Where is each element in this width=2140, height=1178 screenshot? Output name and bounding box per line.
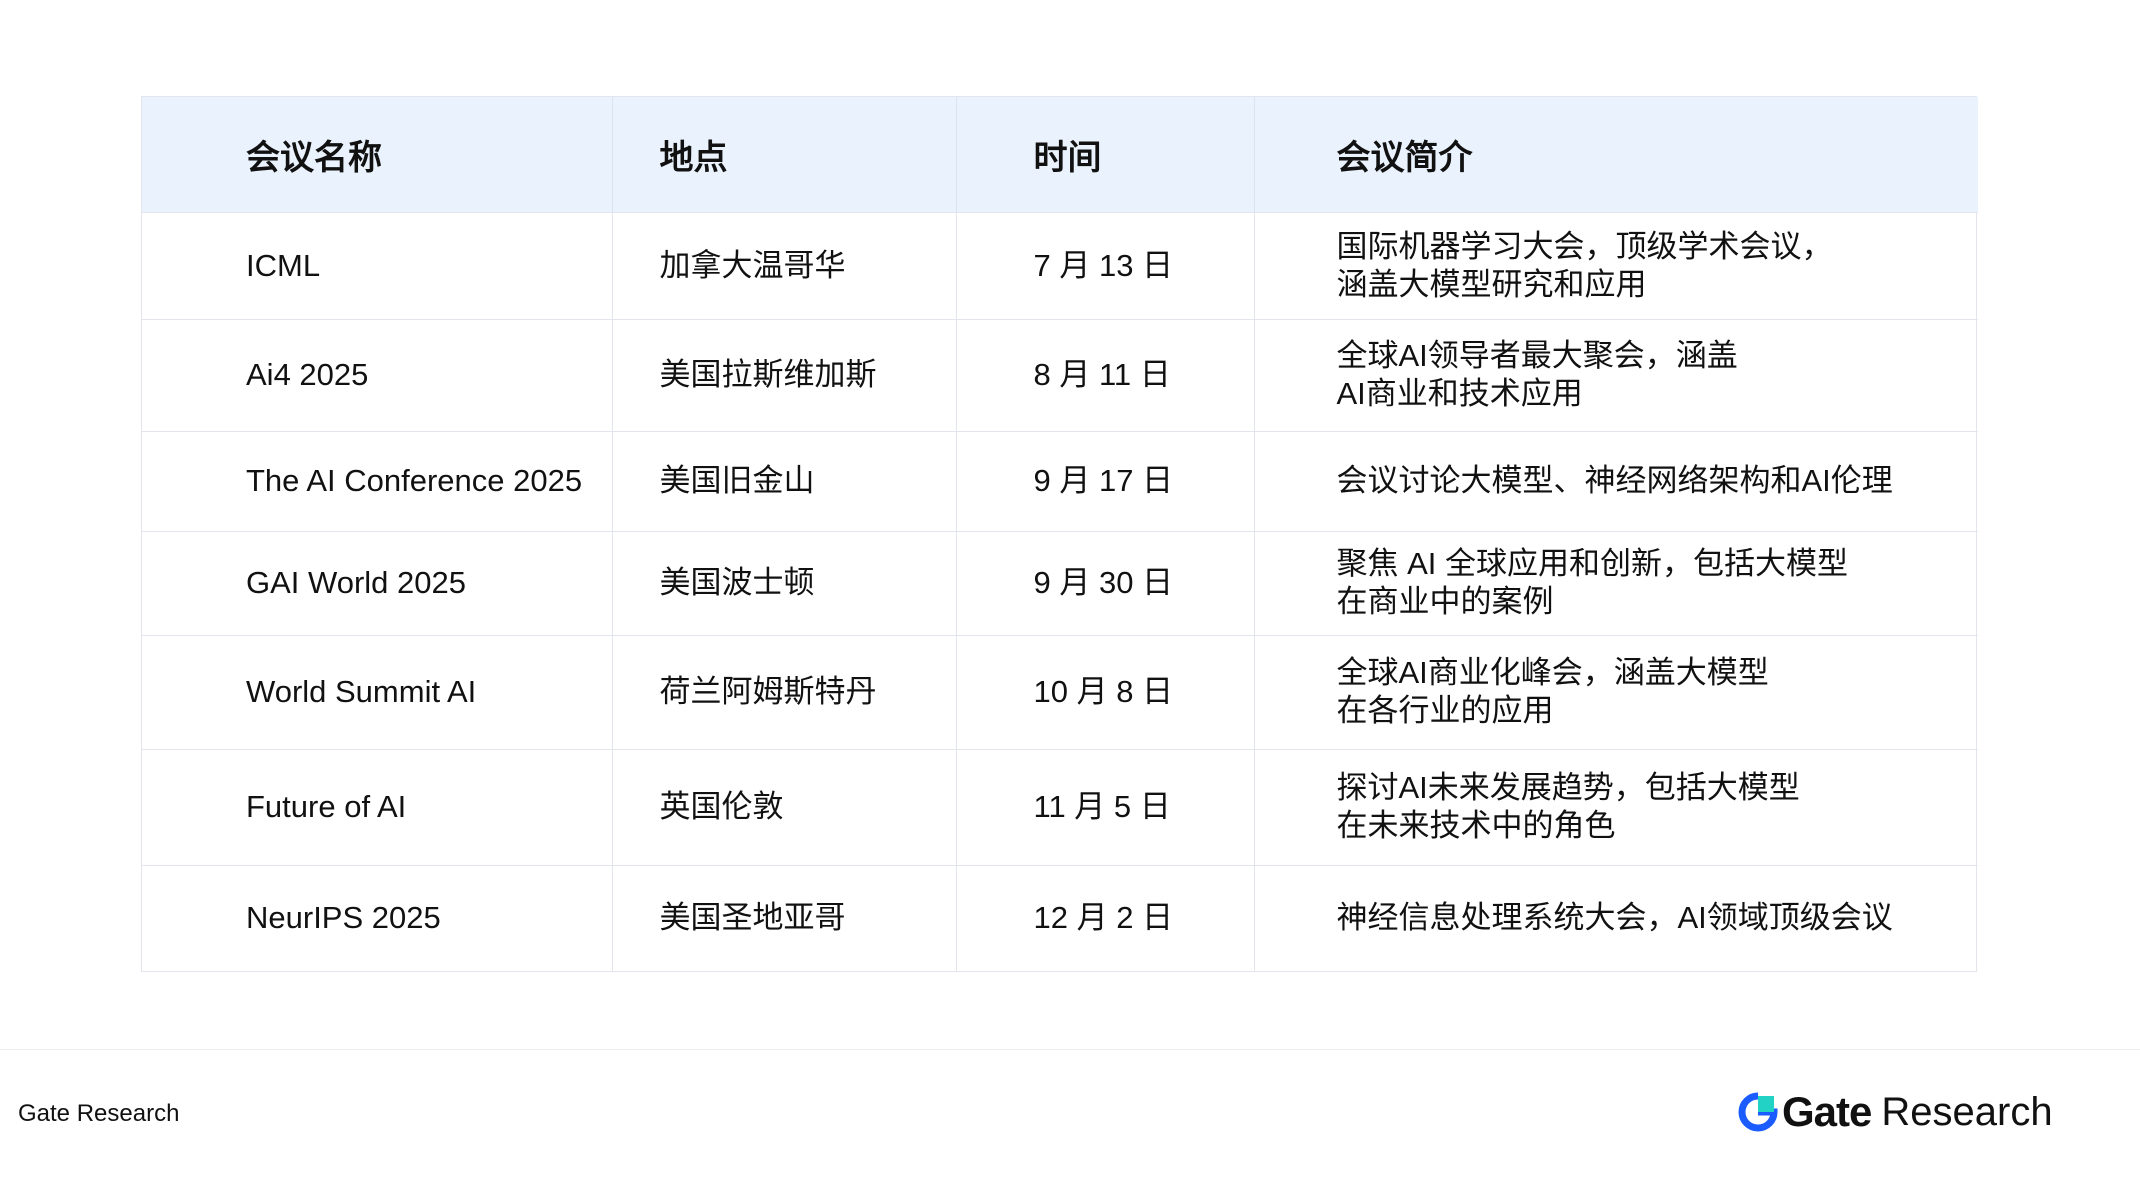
table-header-row: 会议名称 地点 时间 会议简介 — [142, 97, 1978, 212]
cell-name: World Summit AI — [142, 634, 612, 749]
description-line: 在各行业的应用 — [1336, 693, 1554, 728]
description-line: AI商业和技术应用 — [1336, 376, 1583, 411]
cell-date: 8 月 11 日 — [955, 318, 1254, 431]
cell-location: 美国拉斯维加斯 — [611, 318, 956, 431]
header-location: 地点 — [611, 97, 956, 212]
description-line: 在未来技术中的角色 — [1336, 808, 1616, 843]
cell-date: 11 月 5 日 — [955, 748, 1254, 865]
cell-date: 7 月 13 日 — [955, 211, 1254, 319]
logo-gate-text: Gate — [1782, 1088, 1872, 1135]
cell-location: 美国圣地亚哥 — [611, 864, 956, 971]
header-name: 会议名称 — [246, 138, 382, 177]
footer-source-label: Gate Research — [18, 1100, 180, 1127]
table-row: GAI World 2025 美国波士顿 9 月 30 日 聚焦 AI 全球应用… — [142, 530, 1978, 635]
cell-date: 9 月 30 日 — [955, 530, 1254, 635]
cell-description: 聚焦 AI 全球应用和创新，包括大模型 在商业中的案例 — [1253, 530, 1978, 635]
table-row: Future of AI 英国伦敦 11 月 5 日 探讨AI未来发展趋势，包括… — [142, 748, 1978, 865]
description-line: 国际机器学习大会，顶级学术会议， — [1336, 228, 1833, 264]
cell-location: 加拿大温哥华 — [611, 211, 956, 319]
cell-description: 全球AI领导者最大聚会，涵盖 AI商业和技术应用 — [1253, 318, 1978, 431]
gate-logo-icon — [1738, 1092, 1778, 1132]
table-row: The AI Conference 2025 美国旧金山 9 月 17 日 会议… — [142, 430, 1978, 531]
cell-location: 美国波士顿 — [611, 530, 956, 635]
conference-table-container: 会议名称 地点 时间 会议简介 ICML 加拿大温哥华 7 月 13 日 国际机… — [141, 96, 1978, 972]
description-line: 全球AI商业化峰会，涵盖大模型 — [1336, 655, 1769, 690]
gate-research-logo: Gate Research — [1738, 1086, 2053, 1138]
table-row: NeurIPS 2025 美国圣地亚哥 12 月 2 日 神经信息处理系统大会，… — [142, 864, 1978, 971]
cell-date: 10 月 8 日 — [955, 634, 1254, 749]
table-row: Ai4 2025 美国拉斯维加斯 8 月 11 日 全球AI领导者最大聚会，涵盖… — [142, 318, 1978, 431]
description-line: 神经信息处理系统大会，AI领域顶级会议 — [1336, 900, 1893, 936]
cell-description: 探讨AI未来发展趋势，包括大模型 在未来技术中的角色 — [1253, 748, 1978, 865]
cell-description: 会议讨论大模型、神经网络架构和AI伦理 — [1253, 430, 1978, 531]
table-row: World Summit AI 荷兰阿姆斯特丹 10 月 8 日 全球AI商业化… — [142, 634, 1978, 749]
cell-date: 12 月 2 日 — [955, 864, 1254, 971]
description-line: 在商业中的案例 — [1336, 584, 1554, 619]
conference-table: 会议名称 地点 时间 会议简介 ICML 加拿大温哥华 7 月 13 日 国际机… — [142, 97, 1978, 971]
cell-name: NeurIPS 2025 — [142, 864, 612, 971]
description-line: 全球AI领导者最大聚会，涵盖 — [1336, 338, 1738, 373]
description-line: 探讨AI未来发展趋势，包括大模型 — [1336, 770, 1800, 805]
cell-description: 神经信息处理系统大会，AI领域顶级会议 — [1253, 864, 1978, 971]
cell-name: The AI Conference 2025 — [142, 430, 612, 531]
cell-description: 全球AI商业化峰会，涵盖大模型 在各行业的应用 — [1253, 634, 1978, 749]
footer-divider — [0, 1049, 2140, 1050]
cell-location: 荷兰阿姆斯特丹 — [611, 634, 956, 749]
description-line: 聚焦 AI 全球应用和创新，包括大模型 — [1336, 546, 1849, 581]
cell-location: 美国旧金山 — [611, 430, 956, 531]
cell-name: Future of AI — [142, 748, 612, 865]
cell-name: Ai4 2025 — [142, 318, 612, 431]
description-line: 涵盖大模型研究和应用 — [1336, 266, 1647, 302]
cell-name: GAI World 2025 — [142, 530, 612, 635]
logo-research-text: Research — [1881, 1089, 2053, 1134]
cell-name: ICML — [142, 211, 612, 319]
header-date: 时间 — [955, 97, 1254, 212]
table-row: ICML 加拿大温哥华 7 月 13 日 国际机器学习大会，顶级学术会议， 涵盖… — [142, 211, 1978, 319]
cell-location: 英国伦敦 — [611, 748, 956, 865]
table-body: ICML 加拿大温哥华 7 月 13 日 国际机器学习大会，顶级学术会议， 涵盖… — [142, 211, 1978, 971]
description-line: 会议讨论大模型、神经网络架构和AI伦理 — [1336, 463, 1893, 498]
cell-date: 9 月 17 日 — [955, 430, 1254, 531]
header-description: 会议简介 — [1253, 97, 1978, 212]
cell-description: 国际机器学习大会，顶级学术会议， 涵盖大模型研究和应用 — [1253, 211, 1978, 319]
